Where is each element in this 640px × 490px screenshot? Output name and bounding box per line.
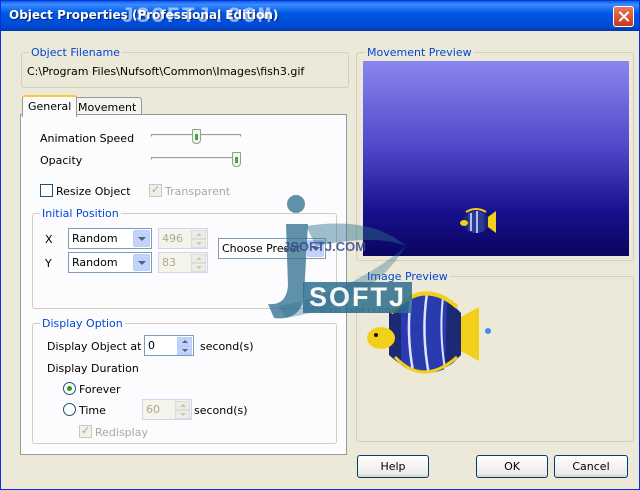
title-bar[interactable]: Object Properties (Professional Edition)… bbox=[1, 1, 639, 31]
close-button[interactable] bbox=[613, 6, 634, 27]
chevron-down-icon[interactable] bbox=[133, 254, 150, 271]
time-spinner[interactable]: 60 bbox=[142, 399, 192, 420]
display-at-seconds-label: second(s) bbox=[200, 340, 254, 353]
dialog-window: Object Properties (Professional Edition)… bbox=[0, 0, 640, 490]
spin-up-icon[interactable] bbox=[191, 230, 206, 239]
x-value: 496 bbox=[162, 232, 183, 245]
display-duration-label: Display Duration bbox=[47, 362, 139, 375]
resize-object-checkbox[interactable] bbox=[40, 184, 53, 197]
tab-general[interactable]: General bbox=[22, 95, 78, 117]
time-radio[interactable] bbox=[63, 403, 76, 416]
time-seconds-label: second(s) bbox=[194, 404, 248, 417]
x-mode-value: Random bbox=[72, 232, 118, 245]
chevron-down-icon[interactable] bbox=[133, 230, 150, 247]
spin-down-icon[interactable] bbox=[191, 239, 206, 248]
ok-button[interactable]: OK bbox=[476, 455, 548, 478]
display-at-value: 0 bbox=[148, 339, 155, 352]
y-mode-value: Random bbox=[72, 256, 118, 269]
choose-preset-select[interactable]: Choose Preset bbox=[218, 238, 326, 259]
movement-preview-label: Movement Preview bbox=[365, 46, 474, 59]
tab-movement-label: Movement bbox=[78, 101, 137, 114]
image-preview-label: Image Preview bbox=[365, 270, 450, 283]
spin-up-icon[interactable] bbox=[177, 337, 192, 346]
object-filename-label: Object Filename bbox=[29, 46, 122, 59]
x-mode-select[interactable]: Random bbox=[68, 228, 152, 249]
spin-down-icon[interactable] bbox=[177, 346, 192, 355]
spin-down-icon[interactable] bbox=[175, 410, 190, 419]
time-label: Time bbox=[79, 404, 106, 417]
help-button[interactable]: Help bbox=[357, 455, 429, 478]
animation-speed-slider-thumb[interactable] bbox=[191, 129, 201, 144]
transparent-checkbox[interactable]: ✓ bbox=[149, 183, 162, 197]
tab-general-label: General bbox=[28, 100, 72, 113]
display-option-label: Display Option bbox=[40, 317, 125, 330]
x-value-spinner[interactable]: 496 bbox=[158, 228, 208, 249]
spin-down-icon[interactable] bbox=[191, 263, 206, 272]
object-filename-path: C:\Program Files\Nufsoft\Common\Images\f… bbox=[27, 65, 305, 78]
radio-selected-dot bbox=[67, 386, 72, 391]
display-at-spinner[interactable]: 0 bbox=[144, 335, 194, 356]
fish-image-icon bbox=[367, 291, 491, 376]
choose-preset-value: Choose Preset bbox=[222, 242, 301, 255]
display-at-label: Display Object at bbox=[47, 340, 142, 353]
spin-up-icon[interactable] bbox=[175, 401, 190, 410]
forever-label: Forever bbox=[79, 383, 121, 396]
animation-speed-label: Animation Speed bbox=[40, 132, 135, 145]
spin-up-icon[interactable] bbox=[191, 254, 206, 263]
opacity-label: Opacity bbox=[40, 154, 83, 167]
transparent-label: Transparent bbox=[165, 185, 231, 198]
y-label: Y bbox=[45, 257, 52, 270]
checkmark-icon: ✓ bbox=[81, 424, 91, 437]
small-fish-icon bbox=[460, 208, 496, 233]
redisplay-checkbox[interactable]: ✓ bbox=[79, 424, 92, 438]
forever-radio[interactable] bbox=[63, 382, 76, 395]
cancel-button[interactable]: Cancel bbox=[554, 455, 628, 478]
chevron-down-icon[interactable] bbox=[307, 240, 324, 257]
watermark-top: JSOFTJ.COM bbox=[121, 4, 274, 29]
y-value: 83 bbox=[162, 256, 176, 269]
y-mode-select[interactable]: Random bbox=[68, 252, 152, 273]
x-label: X bbox=[45, 233, 53, 246]
opacity-track[interactable] bbox=[151, 157, 241, 160]
initial-position-label: Initial Position bbox=[40, 207, 121, 220]
redisplay-label: Redisplay bbox=[95, 426, 148, 439]
time-value: 60 bbox=[146, 403, 160, 416]
resize-object-label: Resize Object bbox=[56, 185, 131, 198]
movement-preview-canvas bbox=[363, 61, 629, 256]
checkmark-icon: ✓ bbox=[151, 183, 161, 196]
y-value-spinner[interactable]: 83 bbox=[158, 252, 208, 273]
opacity-slider-thumb[interactable] bbox=[232, 152, 241, 167]
